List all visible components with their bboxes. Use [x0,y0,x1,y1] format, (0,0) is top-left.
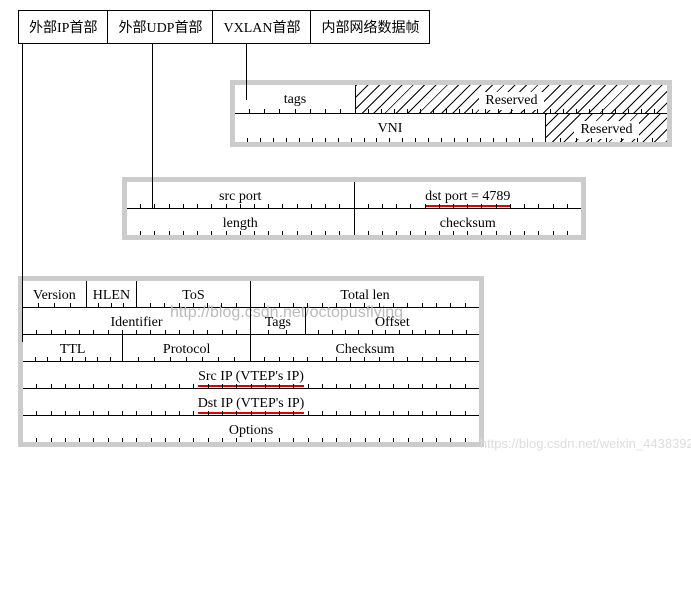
udp-header-struct: src port dst port = 4789 length checksum [122,177,586,240]
vxlan-header-struct: tags Reserved VNI Reserved [230,80,672,147]
field-label: Tags [265,315,291,330]
layer-inner-frame: 内部网络数据帧 [310,10,430,44]
field-protocol: Protocol [123,335,251,361]
ip-header-struct: Version HLEN ToS Total len Identifier Ta… [18,276,484,447]
field-total-len: Total len [251,281,479,307]
field-ip-checksum: Checksum [251,335,479,361]
encapsulation-layers: 外部IP首部 外部UDP首部 VXLAN首部 内部网络数据帧 [18,10,691,44]
field-label: Offset [375,315,410,330]
field-label: length [223,216,258,231]
field-src-ip: Src IP (VTEP's IP) [23,362,479,388]
field-vni: VNI [235,114,546,142]
field-label: HLEN [93,288,130,303]
field-label: tags [284,92,307,107]
field-label: VNI [378,121,403,136]
field-label: src port [219,189,261,204]
field-hlen: HLEN [87,281,137,307]
field-length: length [127,209,355,235]
field-options: Options [23,416,479,442]
field-label: Options [229,423,273,438]
field-dst-ip: Dst IP (VTEP's IP) [23,389,479,415]
watermark-author: https://blog.csdn.net/weixin_44383922 [480,436,691,451]
field-dst-port: dst port = 4789 [355,182,582,208]
field-ttl: TTL [23,335,123,361]
field-ip-tags: Tags [251,308,306,334]
field-label: Total len [340,288,389,303]
field-checksum: checksum [355,209,582,235]
field-label: Reserved [479,92,543,110]
field-tos: ToS [137,281,251,307]
field-label: checksum [440,216,496,231]
field-tags: tags [235,85,356,113]
field-label: Reserved [574,121,638,139]
field-offset: Offset [306,308,479,334]
field-label: ToS [182,288,204,303]
field-identifier: Identifier [23,308,251,334]
layer-outer-ip: 外部IP首部 [18,10,108,44]
field-label: TTL [60,342,86,357]
field-src-port: src port [127,182,355,208]
field-reserved: Reserved [356,85,667,113]
field-version: Version [23,281,87,307]
field-label: Identifier [110,315,162,330]
layer-outer-udp: 外部UDP首部 [107,10,213,44]
field-label: Protocol [163,342,210,357]
field-label: Version [33,288,76,303]
field-label: Checksum [335,342,394,357]
layer-vxlan: VXLAN首部 [212,10,311,44]
field-reserved2: Reserved [546,114,667,142]
